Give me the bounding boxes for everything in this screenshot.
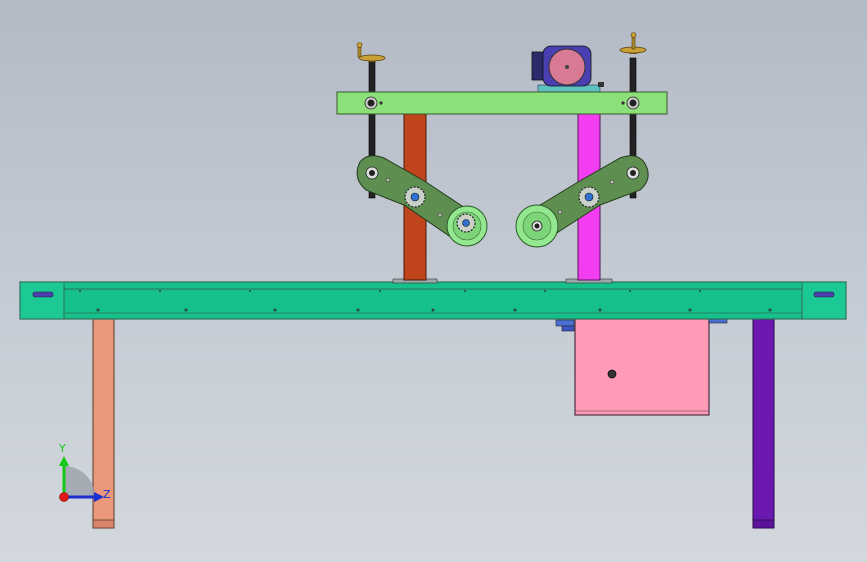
handwheel-icon[interactable] [356, 42, 386, 63]
sprocket-hub [584, 192, 594, 202]
table-bolt [356, 308, 360, 312]
left-leg-foot [92, 519, 115, 529]
table-bolt [544, 290, 546, 292]
motor-shaft [565, 65, 569, 69]
box-bracket-left [555, 319, 575, 327]
gear-motor-icon[interactable] [531, 45, 604, 93]
right-arm-bolt [609, 179, 615, 185]
end-cap-slot-left [32, 291, 54, 298]
sprocket-hub [410, 192, 420, 202]
sprocket-hub [462, 219, 470, 227]
motor-terminal [598, 82, 604, 87]
right-roller[interactable] [515, 204, 559, 248]
table-bolt [79, 290, 81, 292]
table-bolt [273, 308, 277, 312]
handwheel-knob [630, 32, 637, 38]
table-bolt [464, 290, 466, 292]
box-bracket-stem [561, 325, 575, 332]
table-bolt [96, 308, 100, 312]
electrical-box[interactable] [574, 317, 710, 416]
table-bolt [431, 308, 435, 312]
y-axis-arrow [59, 456, 69, 466]
table-bolt [699, 290, 701, 292]
left-arm-pivot-hole [369, 170, 375, 176]
x-axis-dot [59, 492, 69, 502]
left-sprocket-icon [404, 186, 426, 208]
table-bolt [249, 290, 251, 292]
right-arm-pivot-hole [630, 170, 636, 176]
left-arm-bolt [385, 177, 391, 183]
table-frame[interactable] [19, 281, 847, 320]
handwheel-spindle [631, 36, 636, 50]
table-bolt [629, 290, 631, 292]
table-bolt [768, 308, 772, 312]
handwheel-knob [356, 42, 363, 48]
table-end-cap-left [19, 281, 65, 320]
left-arm-bolt [437, 212, 443, 218]
table-bolt [513, 308, 517, 312]
triad-quarter-disc [64, 466, 95, 497]
right-arm-bolt [557, 209, 563, 215]
cad-viewport[interactable] [0, 0, 867, 562]
end-cap-slot-right [813, 291, 835, 298]
right-sprocket-icon [578, 186, 600, 208]
handwheel-icon[interactable] [619, 32, 647, 55]
roller-hub-hole [534, 223, 540, 229]
table-bolt [159, 290, 161, 292]
bearing-bolt [379, 101, 383, 105]
right-leg-foot [752, 519, 775, 529]
table-bolt [184, 308, 188, 312]
triad-y-label: Y [59, 442, 66, 455]
bearing-inner [629, 99, 637, 107]
handwheel-rim [358, 54, 386, 62]
box-knob[interactable] [607, 369, 617, 379]
triad-z-label: Z [103, 488, 111, 501]
top-crossbar[interactable] [336, 91, 668, 115]
bearing-bolt [621, 101, 625, 105]
right-leg[interactable] [752, 317, 775, 529]
bearing-inner [367, 99, 375, 107]
table-bolt [598, 308, 602, 312]
handwheel-spindle [357, 46, 362, 58]
table-bolt [688, 308, 692, 312]
table-bolt [379, 290, 381, 292]
left-roller-sprocket-icon [456, 213, 476, 233]
table-end-cap-right [801, 281, 847, 320]
